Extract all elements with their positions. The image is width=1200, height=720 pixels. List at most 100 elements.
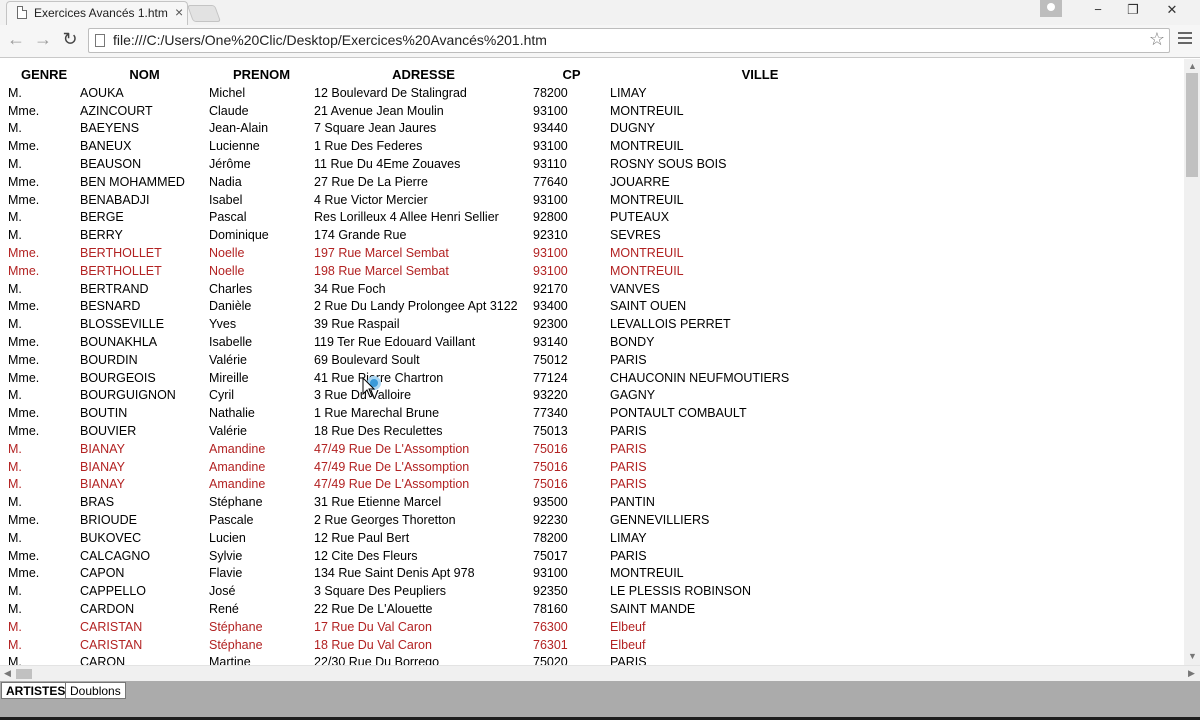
cell-adresse: 2 Rue Georges Thoretton — [314, 513, 456, 528]
scroll-down-icon[interactable]: ▼ — [1188, 651, 1197, 661]
sheet-tab-doublons[interactable]: Doublons — [65, 682, 126, 699]
cell-ville: BONDY — [610, 335, 655, 350]
cell-ville: PANTIN — [610, 495, 655, 510]
table-row-duplicate: M. BIANAY Amandine 47/49 Rue De L'Assomptio… — [0, 476, 910, 494]
address-bar[interactable]: file:///C:/Users/One%20Clic/Desktop/Exer… — [88, 28, 1170, 53]
maximize-icon[interactable]: ❐ — [1118, 2, 1148, 18]
header-genre: GENRE — [21, 66, 68, 82]
browser-window: Exercices Avancés 1.htm × − ❐ ✕ ← → ↻ fi… — [0, 0, 1200, 720]
cell-prenom: Cyril — [209, 388, 234, 403]
header-nom: NOM — [129, 66, 160, 82]
menu-icon[interactable] — [1178, 32, 1192, 47]
close-tab-icon[interactable]: × — [175, 4, 183, 20]
cell-genre: M. — [8, 655, 22, 665]
cell-genre: Mme. — [8, 192, 40, 207]
cell-nom: BERRY — [80, 228, 123, 243]
cell-nom: BIANAY — [80, 477, 125, 492]
user-profile-icon[interactable] — [1040, 0, 1062, 17]
cell-genre: M. — [8, 619, 22, 634]
reload-icon[interactable]: ↻ — [60, 29, 80, 50]
table-row: Mme. BOUTIN Nathalie 1 Rue Marechal Brune 77… — [0, 404, 910, 422]
cell-ville: MONTREUIL — [610, 103, 684, 118]
cell-ville: CHAUCONIN NEUFMOUTIERS — [610, 370, 790, 385]
cell-adresse: 4 Rue Victor Mercier — [314, 192, 428, 207]
vertical-scrollbar[interactable]: ▲ ▼ — [1184, 59, 1200, 665]
cell-nom: CAPPELLO — [80, 584, 147, 599]
cell-prenom: René — [209, 602, 239, 616]
cell-genre: Mme. — [8, 548, 40, 563]
cell-adresse: 47/49 Rue De L'Assomption — [314, 441, 470, 456]
bookmark-star-icon[interactable]: ☆ — [1149, 29, 1165, 50]
minimize-icon[interactable]: − — [1083, 2, 1113, 17]
cell-cp: 78200 — [533, 85, 568, 100]
cell-cp: 93500 — [533, 495, 568, 510]
cell-prenom: José — [209, 584, 236, 599]
scroll-up-icon[interactable]: ▲ — [1188, 61, 1197, 71]
cell-nom: BERTRAND — [80, 281, 149, 296]
horizontal-scroll-thumb[interactable] — [16, 669, 32, 679]
cell-nom: CARISTAN — [80, 637, 143, 652]
scroll-right-icon[interactable]: ▶ — [1188, 668, 1195, 679]
cell-cp: 77640 — [533, 174, 568, 189]
cell-cp: 92350 — [533, 584, 568, 599]
cell-nom: BEAUSON — [80, 157, 142, 172]
cell-ville: PARIS — [610, 459, 647, 474]
page-icon — [17, 6, 27, 19]
cell-adresse: 12 Boulevard De Stalingrad — [314, 85, 467, 100]
cell-ville: Elbeuf — [610, 637, 646, 652]
cell-prenom: Noelle — [209, 246, 245, 261]
url-text[interactable]: file:///C:/Users/One%20Clic/Desktop/Exer… — [113, 32, 547, 48]
vertical-scroll-thumb[interactable] — [1186, 73, 1198, 177]
cell-prenom: Dominique — [209, 228, 269, 243]
close-window-icon[interactable]: ✕ — [1157, 2, 1187, 18]
table-row: M. BUKOVEC Lucien 12 Rue Paul Bert 78200 LIMA… — [0, 529, 910, 547]
scroll-left-icon[interactable]: ◀ — [4, 668, 11, 679]
table-row: M. BERTRAND Charles 34 Rue Foch 92170 VANVES — [0, 280, 910, 298]
sheet-tab-artistes[interactable]: ARTISTES — [1, 682, 71, 699]
back-icon[interactable]: ← — [6, 29, 26, 50]
cell-prenom: Flavie — [209, 566, 243, 581]
cell-cp: 93100 — [533, 263, 568, 278]
cell-cp: 76301 — [533, 637, 568, 652]
cell-adresse: 197 Rue Marcel Sembat — [314, 246, 449, 261]
cell-prenom: Valérie — [209, 352, 247, 367]
cell-adresse: 39 Rue Raspail — [314, 317, 400, 332]
cell-ville: PARIS — [610, 477, 647, 492]
cell-prenom: Stéphane — [209, 619, 263, 634]
cell-genre: M. — [8, 317, 22, 332]
cell-cp: 93100 — [533, 192, 568, 207]
new-tab-button[interactable] — [186, 5, 222, 22]
horizontal-scrollbar[interactable]: ◀ ▶ — [0, 665, 1200, 681]
cell-adresse: 41 Rue Pierre Chartron — [314, 370, 444, 385]
table-row: M. CARDON René 22 Rue De L'Alouette 78160 SAI… — [0, 600, 910, 618]
cell-ville: MONTREUIL — [610, 263, 684, 278]
forward-icon[interactable]: → — [33, 29, 53, 50]
cell-adresse: Res Lorilleux 4 Allee Henri Sellier — [314, 210, 499, 225]
cell-cp: 93100 — [533, 103, 568, 118]
cell-ville: PONTAULT COMBAULT — [610, 406, 747, 421]
page-info-icon[interactable] — [95, 34, 105, 47]
cell-ville: MONTREUIL — [610, 192, 684, 207]
cell-genre: Mme. — [8, 299, 40, 314]
header-adresse: ADRESSE — [392, 66, 455, 82]
cell-adresse: 22 Rue De L'Alouette — [314, 602, 433, 616]
cell-genre: M. — [8, 530, 22, 545]
cell-genre: M. — [8, 495, 22, 510]
cell-prenom: Charles — [209, 281, 253, 296]
cell-adresse: 34 Rue Foch — [314, 281, 386, 296]
cell-cp: 76300 — [533, 619, 568, 634]
cell-prenom: Stéphane — [209, 637, 263, 652]
table-row: M. BOURGUIGNON Cyril 3 Rue Du Valloire 93220… — [0, 387, 910, 405]
cell-genre: Mme. — [8, 406, 40, 421]
cell-adresse: 31 Rue Etienne Marcel — [314, 495, 442, 510]
tab-strip: Exercices Avancés 1.htm × − ❐ ✕ — [0, 0, 1200, 25]
table-row-duplicate: M. CARISTAN Stéphane 17 Rue Du Val Caron 763… — [0, 618, 910, 636]
cell-nom: CARISTAN — [80, 619, 143, 634]
cell-cp: 77124 — [533, 370, 568, 385]
cell-nom: CARDON — [80, 602, 135, 616]
browser-tab[interactable]: Exercices Avancés 1.htm × — [6, 1, 188, 25]
table-row: M. CARON Martine 22/30 Rue Du Borrego 75020 P… — [0, 654, 910, 665]
cell-nom: BERTHOLLET — [80, 263, 162, 278]
table-row: Mme. BENABADJI Isabel 4 Rue Victor Mercier 9… — [0, 191, 910, 209]
table-row-duplicate: Mme. BERTHOLLET Noelle 198 Rue Marcel Semba… — [0, 262, 910, 280]
